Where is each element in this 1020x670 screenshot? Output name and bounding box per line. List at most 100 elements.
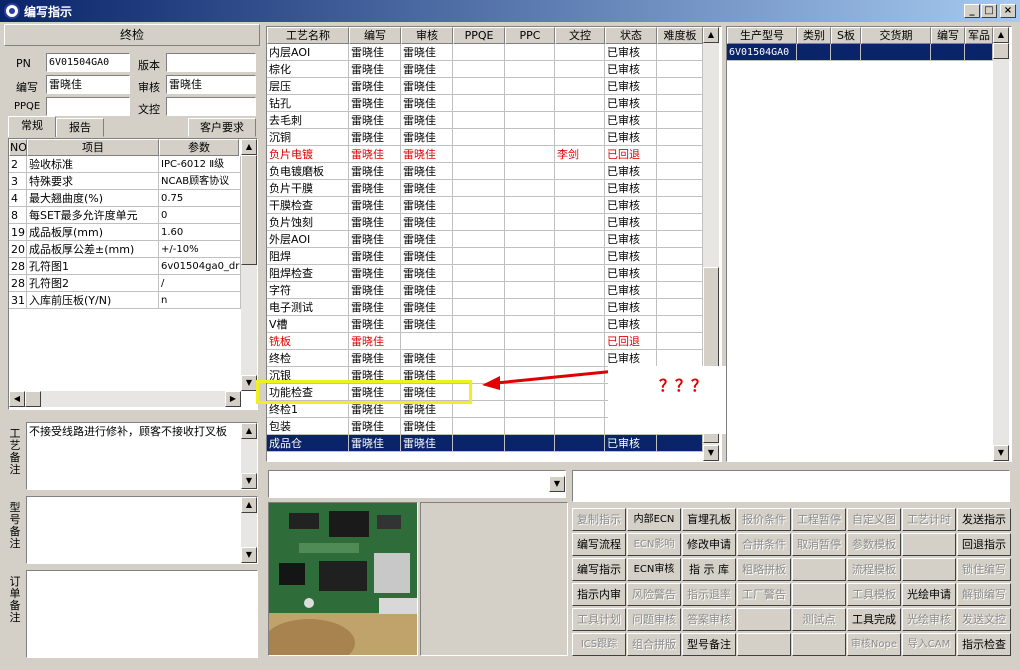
action-button-2-5[interactable]: 流程模板 (847, 558, 901, 581)
action-button-4-6[interactable]: 光绘审核 (902, 608, 956, 631)
scroll-up-icon[interactable]: ▲ (703, 27, 719, 43)
params-header-param[interactable]: 参数 (159, 139, 239, 156)
action-button-5-6[interactable]: 导入CAM (902, 633, 956, 656)
process-row[interactable]: 负片干膜 雷晓佳 雷晓佳 已审核 (267, 180, 703, 197)
params-header-item[interactable]: 项目 (27, 139, 159, 156)
action-button-0-2[interactable]: 盲埋孔板 (682, 508, 736, 531)
action-button-0-7[interactable]: 发送指示 (957, 508, 1011, 531)
action-button-4-7[interactable]: 发送文控 (957, 608, 1011, 631)
scroll-down-icon[interactable]: ▼ (241, 473, 257, 489)
action-button-4-0[interactable]: 工具计划 (572, 608, 626, 631)
action-button-5-1[interactable]: 组合拼版 (627, 633, 681, 656)
minimize-button[interactable]: _ (964, 4, 980, 18)
action-button-1-3[interactable]: 合拼条件 (737, 533, 791, 556)
tab-customer-requirements[interactable]: 客户要求 (188, 118, 256, 137)
action-button-1-5[interactable]: 参数模板 (847, 533, 901, 556)
action-button-3-7[interactable]: 解锁编写 (957, 583, 1011, 606)
action-button-2-3[interactable]: 粗略拼板 (737, 558, 791, 581)
action-button-0-3[interactable]: 报价条件 (737, 508, 791, 531)
scroll-left-icon[interactable]: ◀ (9, 391, 25, 407)
scroll-down-icon[interactable]: ▼ (703, 445, 719, 461)
action-button-5-5[interactable]: 审核Nope (847, 633, 901, 656)
process-header-6[interactable]: 状态 (605, 27, 657, 44)
process-row[interactable]: 棕化 雷晓佳 雷晓佳 已审核 (267, 61, 703, 78)
action-button-2-1[interactable]: ECN审核 (627, 558, 681, 581)
process-row[interactable]: 干膜检查 雷晓佳 雷晓佳 已审核 (267, 197, 703, 214)
params-hscroll[interactable]: ◀ ▶ (9, 391, 241, 407)
action-button-5-7[interactable]: 指示检查 (957, 633, 1011, 656)
action-button-3-6[interactable]: 光绘申请 (902, 583, 956, 606)
action-button-1-4[interactable]: 取消暂停 (792, 533, 846, 556)
tab-general[interactable]: 常规 (8, 116, 56, 137)
model-note-field[interactable]: ▲ ▼ (26, 496, 258, 564)
model-header-4[interactable]: 编写 (931, 27, 965, 44)
process-header-5[interactable]: 文控 (555, 27, 605, 44)
scroll-up-icon[interactable]: ▲ (241, 423, 257, 439)
action-button-4-2[interactable]: 答案审核 (682, 608, 736, 631)
scroll-up-icon[interactable]: ▲ (993, 27, 1009, 43)
scroll-thumb[interactable] (241, 155, 257, 265)
audit-field[interactable]: 雷晓佳 (166, 75, 256, 94)
process-header-7[interactable]: 难度板 (657, 27, 703, 44)
scroll-right-icon[interactable]: ▶ (225, 391, 241, 407)
action-button-4-1[interactable]: 问题审核 (627, 608, 681, 631)
action-button-2-0[interactable]: 编写指示 (572, 558, 626, 581)
process-row[interactable]: V槽 雷晓佳 雷晓佳 已审核 (267, 316, 703, 333)
process-row[interactable]: 负片电镀 雷晓佳 雷晓佳 李剑 已回退 (267, 146, 703, 163)
scroll-up-icon[interactable]: ▲ (241, 497, 257, 513)
ppqe-field[interactable] (46, 97, 130, 116)
process-header-2[interactable]: 审核 (401, 27, 453, 44)
model-header-3[interactable]: 交货期 (861, 27, 931, 44)
model-header-2[interactable]: S板 (831, 27, 861, 44)
writer-field[interactable]: 雷晓佳 (46, 75, 130, 94)
process-note-field[interactable]: 不接受线路进行修补，顾客不接收打叉板 ▲ ▼ (26, 422, 258, 490)
model-header-0[interactable]: 生产型号 (727, 27, 797, 44)
action-button-2-7[interactable]: 锁住编写 (957, 558, 1011, 581)
process-header-3[interactable]: PPQE (453, 27, 505, 44)
action-button-0-0[interactable]: 复制指示 (572, 508, 626, 531)
action-button-0-5[interactable]: 自定义图 (847, 508, 901, 531)
process-row[interactable]: 铣板 雷晓佳 已回退 (267, 333, 703, 350)
action-button-5-0[interactable]: ICS跟踪 (572, 633, 626, 656)
order-note-field[interactable] (26, 570, 258, 658)
process-row[interactable]: 层压 雷晓佳 雷晓佳 已审核 (267, 78, 703, 95)
review-field[interactable] (166, 97, 256, 116)
action-button-1-2[interactable]: 修改申请 (682, 533, 736, 556)
scroll-down-icon[interactable]: ▼ (241, 547, 257, 563)
action-button-3-3[interactable]: 工厂警告 (737, 583, 791, 606)
process-row[interactable]: 字符 雷晓佳 雷晓佳 已审核 (267, 282, 703, 299)
command-input[interactable] (572, 470, 1010, 502)
scroll-thumb[interactable] (993, 43, 1009, 59)
close-button[interactable]: × (1000, 4, 1016, 18)
model-header-5[interactable]: 军品 (965, 27, 993, 44)
process-row[interactable]: 电子测试 雷晓佳 雷晓佳 已审核 (267, 299, 703, 316)
action-button-5-2[interactable]: 型号备注 (682, 633, 736, 656)
note-vscroll[interactable]: ▲ ▼ (241, 423, 257, 489)
process-header-0[interactable]: 工艺名称 (267, 27, 349, 44)
action-button-0-6[interactable]: 工艺计时 (902, 508, 956, 531)
params-vscroll[interactable]: ▲ ▼ (241, 139, 257, 391)
model-header-1[interactable]: 类别 (797, 27, 831, 44)
process-combobox[interactable]: ▼ (268, 470, 566, 498)
model-row[interactable]: 6V01504GA0 (727, 44, 993, 61)
maximize-button[interactable]: □ (981, 4, 997, 18)
action-button-1-7[interactable]: 回退指示 (957, 533, 1011, 556)
process-header-4[interactable]: PPC (505, 27, 555, 44)
process-row[interactable]: 负片蚀刻 雷晓佳 雷晓佳 已审核 (267, 214, 703, 231)
process-row[interactable]: 外层AOI 雷晓佳 雷晓佳 已审核 (267, 231, 703, 248)
action-button-3-0[interactable]: 指示内审 (572, 583, 626, 606)
action-button-3-5[interactable]: 工具模板 (847, 583, 901, 606)
scroll-up-icon[interactable]: ▲ (241, 139, 257, 155)
process-row[interactable]: 负电镀磨板 雷晓佳 雷晓佳 已审核 (267, 163, 703, 180)
process-row[interactable]: 成品仓 雷晓佳 雷晓佳 已审核 (267, 435, 703, 452)
scroll-down-icon[interactable]: ▼ (993, 445, 1009, 461)
scroll-down-icon[interactable]: ▼ (241, 375, 257, 391)
chevron-down-icon[interactable]: ▼ (549, 476, 565, 492)
pn-field[interactable]: 6V01504GA0 (46, 53, 130, 72)
action-button-3-2[interactable]: 指示退率 (682, 583, 736, 606)
action-button-4-4[interactable]: 测试点 (792, 608, 846, 631)
action-button-1-0[interactable]: 编写流程 (572, 533, 626, 556)
tab-report[interactable]: 报告 (56, 118, 104, 137)
action-button-2-2[interactable]: 指 示 库 (682, 558, 736, 581)
model-vscroll[interactable]: ▲ ▼ (993, 27, 1009, 461)
